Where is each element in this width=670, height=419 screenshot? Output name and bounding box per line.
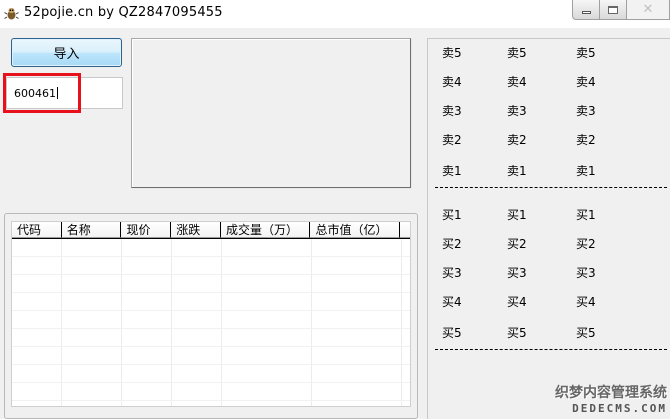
sell-level-label: 卖1 [576,164,596,178]
sell-level-label: 卖5 [442,46,462,60]
minimize-icon [581,11,591,14]
column-header-market-cap[interactable]: 总市值（亿） [310,222,401,238]
grid-row-line [12,274,410,275]
order-book-divider [435,187,667,188]
buy-level-label: 买3 [442,266,462,280]
column-header-price[interactable]: 现价 [121,222,172,238]
sell-level-label: 卖4 [442,75,462,89]
buy-level-label: 买1 [442,208,462,222]
sell-level-label: 卖2 [576,133,596,147]
app-bug-icon [4,7,19,20]
grid-body [12,239,410,406]
window-controls: ✕ [572,0,670,20]
watermark-cn-text: 织梦内容管理系统 [555,385,667,401]
grid-row-line [12,328,410,329]
stock-grid[interactable]: 代码 名称 现价 涨跌 成交量（万） 总市值（亿） [11,221,411,407]
sell-level-label: 卖1 [507,164,527,178]
window-title: 52pojie.cn by QZ2847095455 [24,5,223,20]
column-header-code[interactable]: 代码 [12,222,62,238]
import-button[interactable]: 导入 [11,38,122,67]
buy-level-label: 买2 [576,237,596,251]
column-header-filler [400,222,410,238]
close-button[interactable]: ✕ [626,0,670,20]
grid-row-line [12,346,410,347]
title-bar: 52pojie.cn by QZ2847095455 ✕ [0,0,670,28]
buy-level-label: 买5 [442,326,462,340]
highlight-annotation-box [3,73,81,113]
client-area: 导入 600461 代码 名称 现价 涨跌 成交量（万） 总市值（亿） [0,28,670,419]
close-icon: ✕ [642,2,654,17]
column-header-volume[interactable]: 成交量（万） [220,222,311,238]
watermark: 织梦内容管理系统 DEDECMS.COM [533,382,667,415]
sell-level-label: 卖2 [442,133,462,147]
sell-level-label: 卖3 [442,104,462,118]
maximize-button[interactable] [599,0,626,20]
maximize-icon [608,5,618,14]
sell-level-label: 卖3 [576,104,596,118]
order-book-divider [435,349,667,350]
buy-level-label: 买4 [442,295,462,309]
watermark-en-text: DEDECMS.COM [572,402,667,415]
grid-row-line [12,256,410,257]
buy-level-label: 买5 [507,326,527,340]
column-header-name[interactable]: 名称 [61,222,122,238]
sell-level-label: 卖4 [507,75,527,89]
buy-level-label: 买3 [507,266,527,280]
sell-level-label: 卖1 [442,164,462,178]
sell-level-label: 卖3 [507,104,527,118]
grid-row-line [12,400,410,401]
order-book-panel [427,38,670,419]
sell-level-label: 卖2 [507,133,527,147]
buy-level-label: 买2 [507,237,527,251]
grid-row-line [12,382,410,383]
minimize-button[interactable] [572,0,599,20]
buy-level-label: 买3 [576,266,596,280]
buy-level-label: 买1 [507,208,527,222]
column-header-change[interactable]: 涨跌 [171,222,221,238]
buy-level-label: 买1 [576,208,596,222]
sell-level-label: 卖4 [576,75,596,89]
buy-level-label: 买4 [507,295,527,309]
grid-row-line [12,364,410,365]
buy-level-label: 买4 [576,295,596,309]
buy-level-label: 买2 [442,237,462,251]
sell-level-label: 卖5 [507,46,527,60]
buy-level-label: 买5 [576,326,596,340]
info-panel [131,38,411,188]
sell-level-label: 卖5 [576,46,596,60]
grid-header: 代码 名称 现价 涨跌 成交量（万） 总市值（亿） [12,222,410,239]
grid-row-line [12,310,410,311]
grid-row-line [12,292,410,293]
